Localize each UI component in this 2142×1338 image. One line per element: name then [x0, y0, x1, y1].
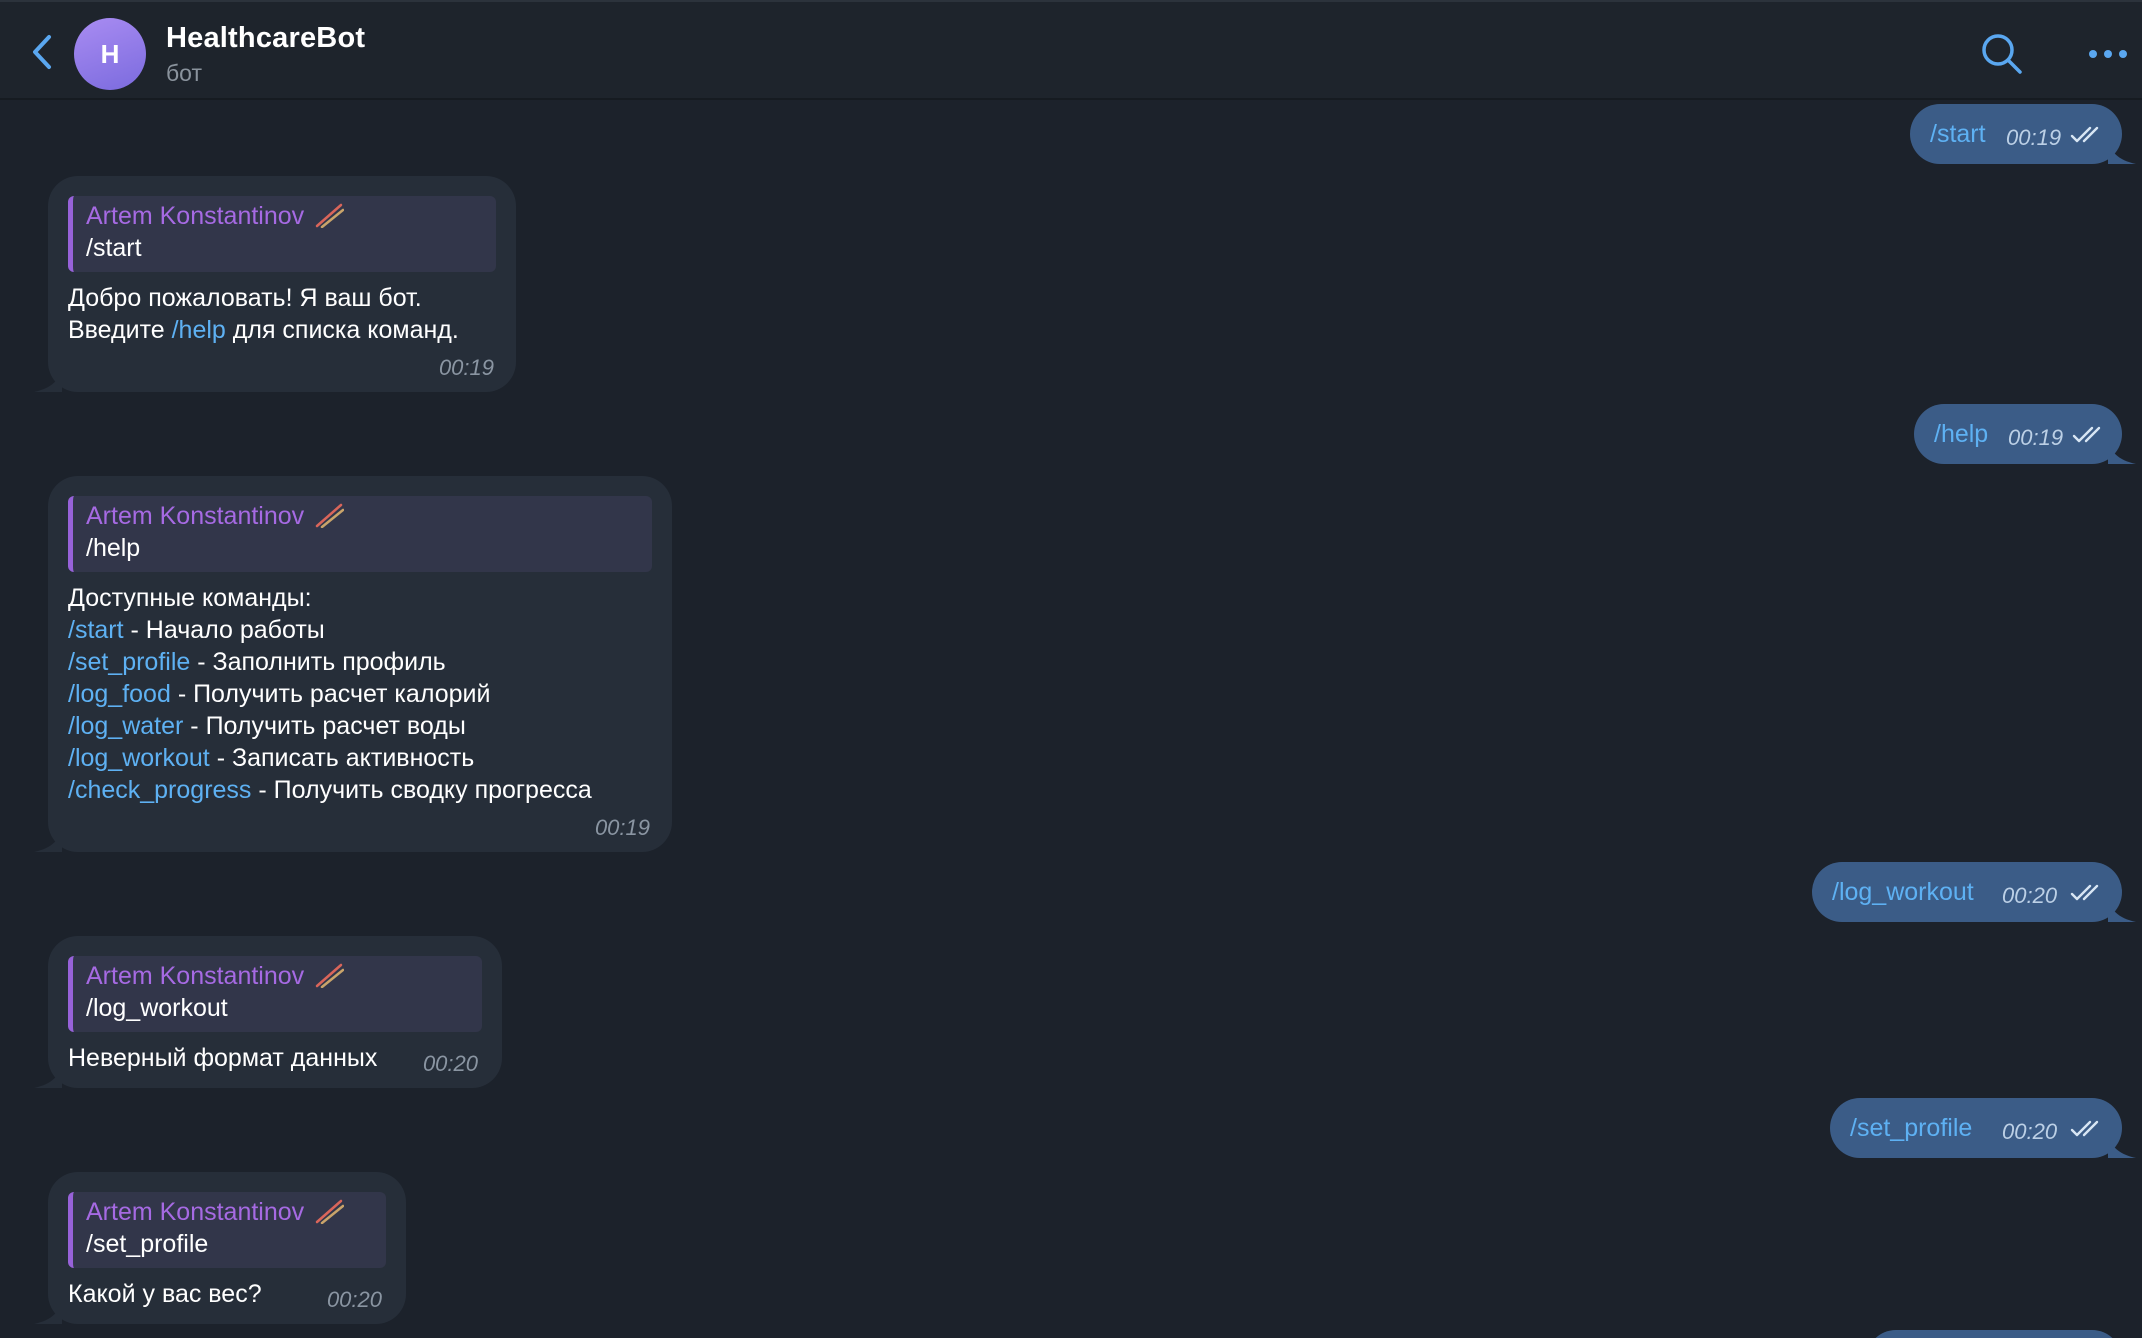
command-link[interactable]: /start — [1930, 118, 1986, 150]
message-time: 00:19 — [2006, 125, 2062, 150]
reply-quote[interactable]: Artem Konstantinov /start — [68, 196, 496, 272]
reply-quote[interactable]: Artem Konstantinov /help — [68, 496, 652, 572]
command-link[interactable]: /check_progress — [68, 776, 251, 804]
bubble-tail — [34, 826, 62, 852]
reply-author: Artem Konstantinov — [86, 960, 345, 992]
message-line: Введите /help для списка команд. — [68, 316, 459, 344]
chopsticks-icon — [315, 963, 345, 988]
reply-text: /help — [86, 534, 141, 562]
back-button[interactable] — [20, 30, 64, 74]
command-link[interactable]: /set_profile — [1850, 1112, 1972, 1144]
double-check-icon — [2072, 426, 2101, 443]
avatar[interactable]: H — [74, 18, 146, 90]
incoming-message[interactable]: Artem Konstantinov /log_workout Неверный… — [34, 936, 502, 1088]
command-link[interactable]: /start — [68, 616, 124, 644]
message-line: Добро пожаловать! Я ваш бот. — [68, 284, 422, 312]
reply-text: /log_workout — [86, 994, 228, 1022]
outgoing-message[interactable]: /log_workout 00:20 — [1812, 862, 2136, 922]
message-text: Неверный формат данных — [68, 1044, 378, 1072]
message-time: 00:20 — [2002, 1119, 2058, 1144]
chat-header: H HealthcareBot бот — [0, 0, 2142, 100]
bubble-tail — [34, 1062, 62, 1088]
chopsticks-icon — [315, 503, 345, 528]
more-button[interactable] — [2084, 32, 2132, 76]
double-check-icon — [2070, 126, 2099, 143]
message-text: Доступные команды: /start - Начало работ… — [68, 582, 592, 806]
bubble-tail — [2108, 138, 2136, 164]
incoming-message[interactable]: Artem Konstantinov /help Доступные коман… — [34, 476, 672, 852]
message-line: Доступные команды: — [68, 584, 312, 612]
bubble-tail — [34, 366, 62, 392]
bubble-tail — [2108, 896, 2136, 922]
command-link[interactable]: /help — [172, 316, 226, 344]
reply-author: Artem Konstantinov — [86, 1196, 345, 1228]
bubble-tail — [34, 1298, 62, 1324]
command-row: /log_workout - Записать активность — [68, 744, 475, 772]
command-link[interactable]: /log_workout — [1832, 876, 1974, 908]
command-link[interactable]: /set_profile — [68, 648, 190, 676]
command-row: /check_progress - Получить сводку прогре… — [68, 776, 592, 804]
search-icon — [1982, 34, 2022, 74]
reply-quote[interactable]: Artem Konstantinov /set_profile — [68, 1192, 386, 1268]
message-time: 00:20 — [2002, 883, 2058, 908]
message-time: 00:20 — [326, 1287, 382, 1312]
bubble-tail — [2108, 438, 2136, 464]
reply-author: Artem Konstantinov — [86, 200, 345, 232]
message-text: Добро пожаловать! Я ваш бот. Введите /he… — [68, 282, 459, 346]
outgoing-message-partial[interactable] — [1866, 1330, 2122, 1338]
more-horizontal-icon — [2089, 50, 2127, 58]
outgoing-message[interactable]: /set_profile 00:20 — [1830, 1098, 2136, 1158]
reply-text: /set_profile — [86, 1230, 209, 1258]
command-row: /log_water - Получить расчет воды — [68, 712, 466, 740]
chat-window: H HealthcareBot бот /start 00:19 Artem K… — [0, 0, 2142, 1338]
chopsticks-icon — [315, 1199, 345, 1224]
reply-quote[interactable]: Artem Konstantinov /log_workout — [68, 956, 482, 1032]
command-link[interactable]: /log_food — [68, 680, 171, 708]
reply-author: Artem Konstantinov — [86, 500, 345, 532]
reply-text: /start — [86, 234, 142, 262]
command-row: /start - Начало работы — [68, 616, 325, 644]
chopsticks-icon — [315, 203, 345, 228]
message-time: 00:19 — [438, 355, 494, 380]
command-row: /log_food - Получить расчет калорий — [68, 680, 491, 708]
command-link[interactable]: /log_workout — [68, 744, 210, 772]
chat-title: HealthcareBot — [166, 22, 366, 54]
message-text: Какой у вас вес? — [68, 1280, 262, 1308]
chat-subtitle: бот — [166, 60, 202, 86]
command-link[interactable]: /log_water — [68, 712, 183, 740]
bubble-tail — [2108, 1132, 2136, 1158]
search-button[interactable] — [1978, 30, 2026, 78]
double-check-icon — [2070, 1120, 2099, 1137]
message-time: 00:19 — [594, 815, 650, 840]
chevron-left-icon — [33, 35, 51, 69]
double-check-icon — [2070, 884, 2099, 901]
outgoing-message[interactable]: /start 00:19 — [1910, 104, 2136, 164]
incoming-message[interactable]: Artem Konstantinov /set_profile Какой у … — [34, 1172, 406, 1324]
outgoing-message[interactable]: /help 00:19 — [1914, 404, 2136, 464]
message-time: 00:19 — [2008, 425, 2064, 450]
message-time: 00:20 — [422, 1051, 478, 1076]
command-link[interactable]: /help — [1934, 418, 1988, 450]
command-row: /set_profile - Заполнить профиль — [68, 648, 446, 676]
incoming-message[interactable]: Artem Konstantinov /start Добро пожалова… — [34, 176, 516, 392]
